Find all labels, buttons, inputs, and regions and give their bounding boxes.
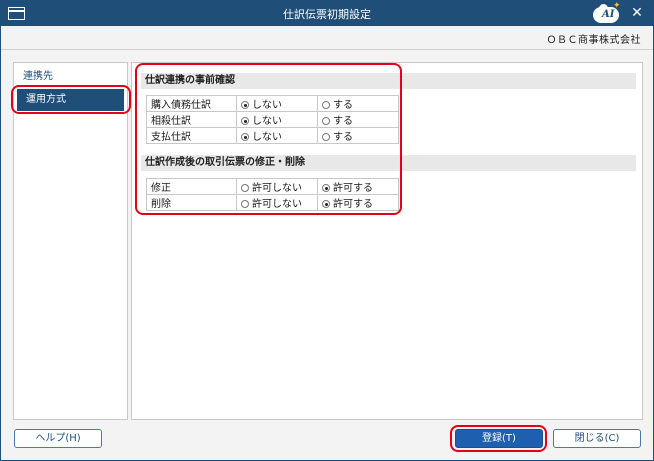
radio-selected-icon[interactable] — [241, 133, 249, 141]
radio-selected-icon[interactable] — [322, 200, 330, 208]
radio-option[interactable]: 許可しない — [236, 178, 318, 195]
radio-icon[interactable] — [322, 133, 330, 141]
help-button[interactable]: ヘルプ(H) — [14, 429, 102, 448]
close-button[interactable]: 閉じる(C) — [553, 429, 641, 448]
radio-icon[interactable] — [241, 184, 249, 192]
sidebar-item-partner[interactable]: 連携先 — [14, 66, 127, 88]
register-button[interactable]: 登録(T) — [455, 429, 543, 448]
section-title-edit-delete: 仕訳作成後の取引伝票の修正・削除 — [141, 155, 636, 171]
title-bar: 仕訳伝票初期設定 ✦ AI ✕ — [1, 1, 653, 26]
table-row: 修正 許可しない 許可する — [146, 178, 399, 195]
journal-check-table: 購入債務仕訳 しない する 相殺仕訳 しない する 支払仕訳 しない する — [146, 95, 399, 144]
radio-selected-icon[interactable] — [241, 101, 249, 109]
radio-option[interactable]: 許可しない — [236, 194, 318, 211]
radio-icon[interactable] — [322, 101, 330, 109]
close-icon[interactable]: ✕ — [628, 4, 646, 22]
row-label: 削除 — [146, 194, 237, 211]
row-label: 相殺仕訳 — [146, 111, 237, 128]
radio-selected-icon[interactable] — [322, 184, 330, 192]
radio-option[interactable]: 許可する — [317, 178, 399, 195]
row-label: 支払仕訳 — [146, 127, 237, 144]
row-label: 購入債務仕訳 — [146, 95, 237, 112]
sidebar-item-operation[interactable]: 運用方式 — [17, 89, 124, 111]
radio-option[interactable]: する — [317, 111, 399, 128]
ai-logo-text: AI — [602, 9, 615, 20]
header-divider — [1, 49, 653, 50]
company-name: ＯＢＣ商事株式会社 — [546, 35, 641, 46]
table-row: 購入債務仕訳 しない する — [146, 95, 399, 112]
radio-option[interactable]: する — [317, 127, 399, 144]
row-label: 修正 — [146, 178, 237, 195]
dialog-window: 仕訳伝票初期設定 ✦ AI ✕ ＯＢＣ商事株式会社 連携先 運用方式 仕訳連携の… — [0, 0, 654, 461]
ai-logo-icon: ✦ AI — [592, 1, 622, 24]
window-title: 仕訳伝票初期設定 — [283, 8, 371, 21]
settings-panel: 仕訳連携の事前確認 購入債務仕訳 しない する 相殺仕訳 しない する 支払仕訳… — [131, 62, 643, 420]
table-row: 相殺仕訳 しない する — [146, 111, 399, 128]
section-title-journal-check: 仕訳連携の事前確認 — [141, 73, 636, 89]
radio-icon[interactable] — [322, 117, 330, 125]
sidebar: 連携先 運用方式 — [13, 62, 128, 420]
radio-option[interactable]: する — [317, 95, 399, 112]
radio-option[interactable]: しない — [236, 111, 318, 128]
radio-option[interactable]: 許可する — [317, 194, 399, 211]
radio-option[interactable]: しない — [236, 127, 318, 144]
radio-icon[interactable] — [241, 200, 249, 208]
radio-option[interactable]: しない — [236, 95, 318, 112]
table-row: 支払仕訳 しない する — [146, 127, 399, 144]
table-row: 削除 許可しない 許可する — [146, 194, 399, 211]
radio-selected-icon[interactable] — [241, 117, 249, 125]
edit-delete-table: 修正 許可しない 許可する 削除 許可しない 許可する — [146, 178, 399, 211]
